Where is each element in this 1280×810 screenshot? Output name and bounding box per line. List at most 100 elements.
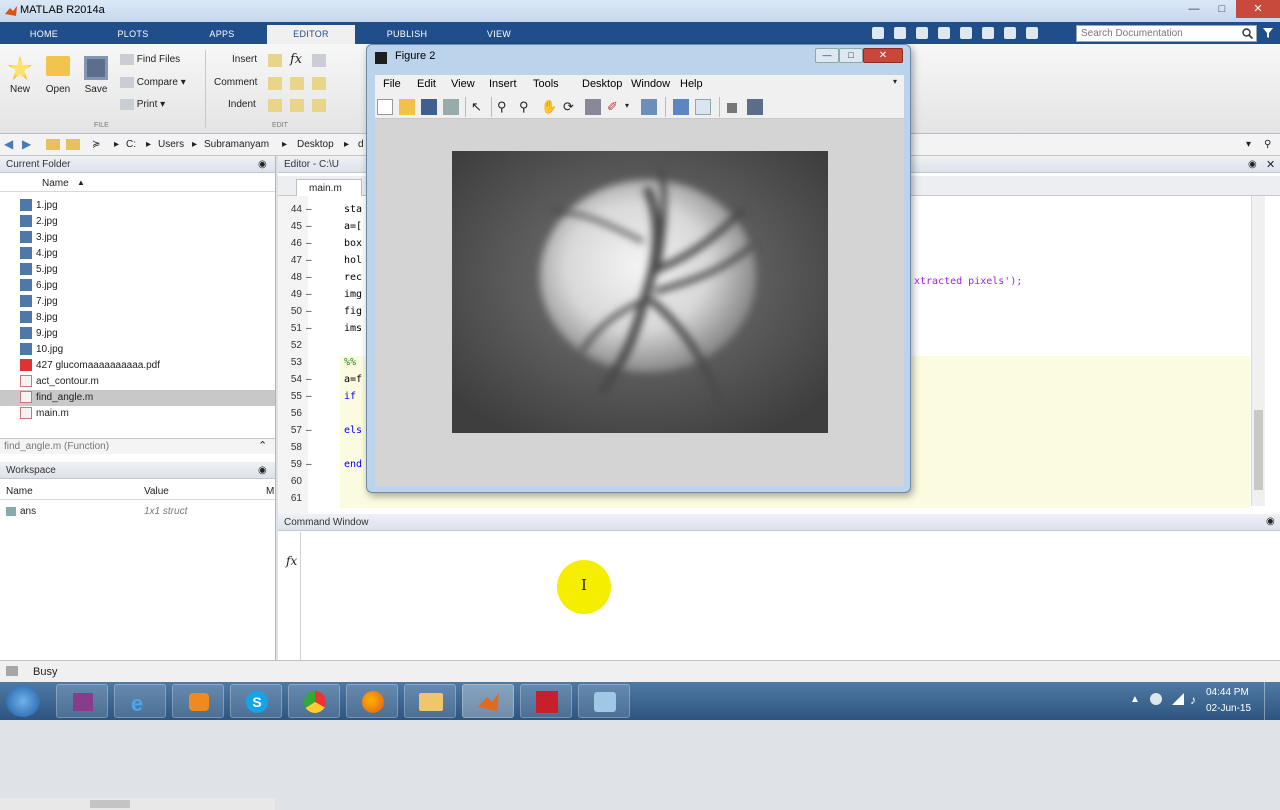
tray-expand-icon[interactable]: ▲: [1130, 694, 1140, 705]
figure-window[interactable]: Figure 2 — □ ✕ File Edit View Insert Tools De…: [366, 44, 911, 493]
new-figure-icon[interactable]: [377, 99, 393, 115]
fx-prompt-icon[interactable]: fx: [286, 554, 297, 568]
pointer-icon[interactable]: ↖: [471, 99, 487, 115]
breakpoint-marker[interactable]: –: [306, 391, 312, 402]
figure-canvas[interactable]: [375, 119, 904, 486]
volume-icon[interactable]: ♪: [1190, 693, 1196, 707]
data-cursor-icon[interactable]: [585, 99, 601, 115]
save-icon[interactable]: [872, 27, 884, 39]
tab-publish[interactable]: PUBLISH: [363, 25, 451, 44]
link-plot-icon[interactable]: [641, 99, 657, 115]
cut-icon[interactable]: [894, 27, 906, 39]
zoom-in-icon[interactable]: ⚲: [497, 99, 513, 115]
breadcrumb-drive[interactable]: C:: [126, 139, 136, 150]
switch-windows-icon[interactable]: [1004, 27, 1016, 39]
show-desktop-button[interactable]: [1264, 682, 1280, 720]
compare-button[interactable]: Compare ▾: [120, 77, 198, 88]
address-search-icon[interactable]: ⚲: [1264, 139, 1271, 150]
file-list-item[interactable]: 8.jpg: [0, 310, 275, 326]
file-list-item[interactable]: 427 glucomaaaaaaaaaa.pdf: [0, 358, 275, 374]
figure-menu-tools[interactable]: Tools: [533, 78, 559, 90]
taskbar-media[interactable]: [172, 684, 224, 718]
taskbar-firefox[interactable]: [346, 684, 398, 718]
figure-menu-arrow-icon[interactable]: ▾: [893, 77, 897, 86]
workspace-column-header[interactable]: Name Value M: [0, 484, 275, 500]
file-list-item[interactable]: 1.jpg: [0, 198, 275, 214]
retina-image[interactable]: [452, 151, 828, 433]
breakpoint-marker[interactable]: –: [306, 374, 312, 385]
command-window[interactable]: Command Window ◉ fx: [278, 514, 1280, 660]
start-button[interactable]: [6, 685, 40, 717]
figure-menu-desktop[interactable]: Desktop: [582, 78, 622, 90]
breakpoint-marker[interactable]: –: [306, 238, 312, 249]
file-list-item[interactable]: 5.jpg: [0, 262, 275, 278]
tab-home[interactable]: HOME: [0, 25, 88, 44]
taskbar-ie[interactable]: e: [114, 684, 166, 718]
pan-hand-icon[interactable]: ✋: [541, 99, 557, 115]
file-list-item[interactable]: 10.jpg: [0, 342, 275, 358]
command-window-menu-icon[interactable]: ◉: [1266, 516, 1275, 527]
up-folder-icon[interactable]: [46, 139, 60, 150]
indent-button[interactable]: Indent: [228, 99, 256, 110]
breakpoint-marker[interactable]: –: [306, 459, 312, 470]
figure-menu-file[interactable]: File: [383, 78, 401, 90]
figure-menu-view[interactable]: View: [451, 78, 475, 90]
function-browser-icon[interactable]: [312, 54, 326, 67]
workspace-scrollbar[interactable]: [0, 798, 275, 810]
save-figure-icon[interactable]: [421, 99, 437, 115]
back-arrow-icon[interactable]: ◀: [4, 137, 13, 151]
insert-legend-icon[interactable]: [695, 99, 711, 115]
file-list-item[interactable]: main.m: [0, 406, 275, 422]
network-icon[interactable]: [1172, 693, 1184, 705]
panel-menu-icon[interactable]: ◉: [258, 159, 267, 170]
increase-indent-icon[interactable]: [290, 99, 304, 112]
breakpoint-marker[interactable]: –: [306, 323, 312, 334]
save-button[interactable]: Save: [82, 56, 110, 95]
open-button[interactable]: Open: [42, 56, 74, 95]
undo-icon[interactable]: [960, 27, 972, 39]
tab-apps[interactable]: APPS: [178, 25, 266, 44]
figure-close-button[interactable]: ✕: [863, 48, 903, 63]
insert-colorbar-icon[interactable]: [673, 99, 689, 115]
taskbar-matlab[interactable]: [462, 684, 514, 718]
file-list-item[interactable]: 9.jpg: [0, 326, 275, 342]
editor-scrollbar[interactable]: [1251, 196, 1265, 506]
forward-arrow-icon[interactable]: ▶: [22, 137, 31, 151]
tray-settings-icon[interactable]: [1150, 693, 1162, 705]
hide-plot-tools-icon[interactable]: [727, 103, 737, 113]
file-list-item[interactable]: 6.jpg: [0, 278, 275, 294]
breakpoint-marker[interactable]: –: [306, 289, 312, 300]
clock-date[interactable]: 02-Jun-15: [1206, 703, 1251, 714]
taskbar-acrobat[interactable]: [520, 684, 572, 718]
rotate-3d-icon[interactable]: ⟳: [563, 99, 579, 115]
minimize-button[interactable]: —: [1180, 0, 1208, 18]
breadcrumb-folder[interactable]: d: [358, 139, 364, 150]
decrease-indent-icon[interactable]: [312, 99, 326, 112]
breakpoint-marker[interactable]: –: [306, 425, 312, 436]
brush-icon[interactable]: ✐: [607, 99, 623, 115]
search-icon[interactable]: [1242, 28, 1253, 39]
browse-folder-icon[interactable]: [66, 139, 80, 150]
smart-indent-icon[interactable]: [268, 99, 282, 112]
tab-view[interactable]: VIEW: [455, 25, 543, 44]
breadcrumb-users[interactable]: Users: [158, 139, 184, 150]
figure-menu-edit[interactable]: Edit: [417, 78, 436, 90]
figure-minimize-button[interactable]: —: [815, 48, 839, 63]
scroll-thumb[interactable]: [90, 800, 130, 808]
tab-plots[interactable]: PLOTS: [89, 25, 177, 44]
taskbar-chrome[interactable]: [288, 684, 340, 718]
taskbar-winrar[interactable]: [56, 684, 108, 718]
new-button[interactable]: New: [6, 56, 34, 95]
maximize-button[interactable]: □: [1208, 0, 1236, 18]
figure-menu-window[interactable]: Window: [631, 78, 670, 90]
file-list-item[interactable]: 2.jpg: [0, 214, 275, 230]
taskbar-app[interactable]: [578, 684, 630, 718]
breakpoint-marker[interactable]: –: [306, 255, 312, 266]
chevron-up-icon[interactable]: ⌃: [258, 439, 267, 452]
workspace-row[interactable]: ans 1x1 struct: [0, 504, 275, 520]
figure-menu-help[interactable]: Help: [680, 78, 703, 90]
breakpoint-marker[interactable]: –: [306, 204, 312, 215]
comment-button[interactable]: Comment: [214, 77, 257, 88]
taskbar-skype[interactable]: S: [230, 684, 282, 718]
zoom-out-icon[interactable]: ⚲: [519, 99, 535, 115]
